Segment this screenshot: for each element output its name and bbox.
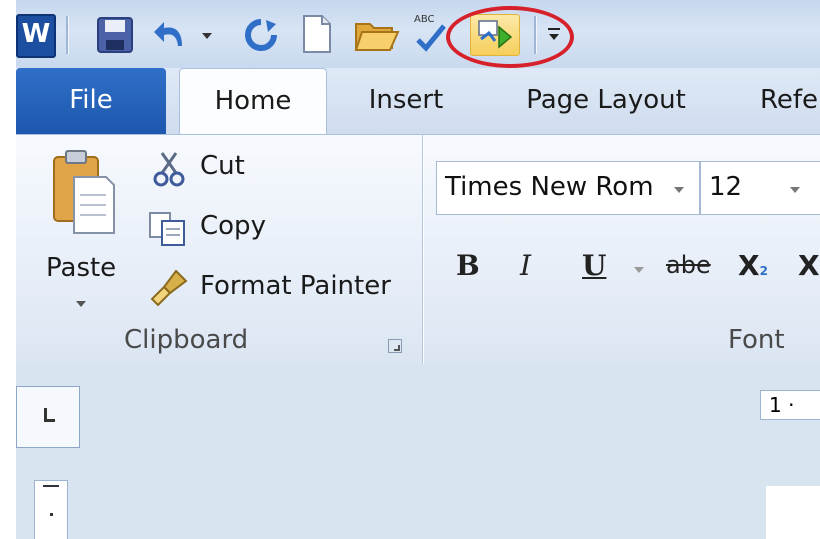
left-tab-icon — [44, 408, 55, 422]
group-separator — [422, 135, 424, 365]
save-icon[interactable] — [96, 16, 134, 54]
format-painter-label: Format Painter — [200, 271, 391, 301]
document-area: 1 · — [16, 364, 820, 539]
subscript-button[interactable]: X2 — [738, 249, 768, 282]
paste-icon — [53, 150, 115, 234]
tab-file[interactable]: File — [16, 68, 166, 134]
format-painter-button[interactable]: Format Painter — [148, 267, 408, 311]
underline-dropdown-icon[interactable] — [634, 267, 644, 273]
tab-selector-button[interactable] — [16, 386, 80, 448]
ribbon-home: Paste Cut Copy Format Painter Clipboard … — [16, 134, 820, 366]
underline-button[interactable]: U — [582, 249, 606, 282]
subscript-mark: 2 — [759, 264, 768, 278]
undo-dropdown-icon[interactable] — [202, 33, 212, 39]
font-name-combobox[interactable]: Times New Rom — [436, 161, 700, 215]
tab-home[interactable]: Home — [179, 68, 327, 135]
tab-page-layout[interactable]: Page Layout — [506, 68, 706, 134]
toolbar-separator — [66, 16, 69, 54]
paste-label: Paste — [46, 253, 117, 283]
scissors-icon — [153, 152, 185, 187]
strikethrough-button[interactable]: abe — [666, 251, 711, 279]
font-size-combobox[interactable]: 12 — [700, 161, 820, 215]
clipboard-dialog-launcher-icon[interactable] — [388, 339, 402, 353]
customize-toolbar-icon[interactable] — [544, 26, 564, 46]
svg-text:ABC: ABC — [414, 14, 435, 25]
quick-access-toolbar: W ABC — [16, 0, 820, 68]
new-document-icon[interactable] — [300, 14, 334, 54]
cut-button[interactable]: Cut — [150, 149, 290, 193]
font-size-dropdown-icon[interactable] — [790, 187, 800, 193]
font-size-value: 12 — [709, 172, 743, 202]
clipboard-group-label: Clipboard — [124, 325, 249, 355]
tab-insert[interactable]: Insert — [336, 68, 476, 134]
undo-icon[interactable] — [152, 16, 192, 54]
font-group-label: Font — [728, 325, 785, 355]
bold-button[interactable]: B — [456, 249, 480, 282]
copy-button[interactable]: Copy — [146, 209, 306, 253]
cut-label: Cut — [200, 151, 245, 181]
font-name-value: Times New Rom — [445, 172, 654, 202]
word-window: W ABC File Home Insert Page Layout Refe … — [16, 0, 820, 539]
paste-dropdown-icon[interactable] — [76, 301, 86, 307]
word-logo-icon: W — [16, 14, 56, 58]
redo-icon[interactable] — [242, 16, 280, 54]
paste-button[interactable]: Paste — [34, 145, 130, 315]
copy-icon — [149, 212, 185, 246]
ruler-label: 1 · — [769, 393, 795, 417]
subscript-label: X — [738, 249, 760, 282]
paintbrush-icon — [150, 269, 188, 307]
font-name-dropdown-icon[interactable] — [674, 187, 684, 193]
italic-button[interactable]: I — [520, 249, 531, 282]
document-page[interactable] — [766, 486, 820, 539]
ribbon-tab-strip: File Home Insert Page Layout Refe — [16, 68, 820, 135]
superscript-button[interactable]: X — [798, 249, 820, 282]
tab-references[interactable]: Refe — [760, 68, 820, 134]
copy-label: Copy — [200, 211, 266, 241]
toolbar-separator — [534, 16, 537, 54]
open-folder-icon[interactable] — [354, 14, 400, 54]
vertical-ruler — [34, 480, 68, 539]
horizontal-ruler: 1 · — [760, 390, 820, 420]
